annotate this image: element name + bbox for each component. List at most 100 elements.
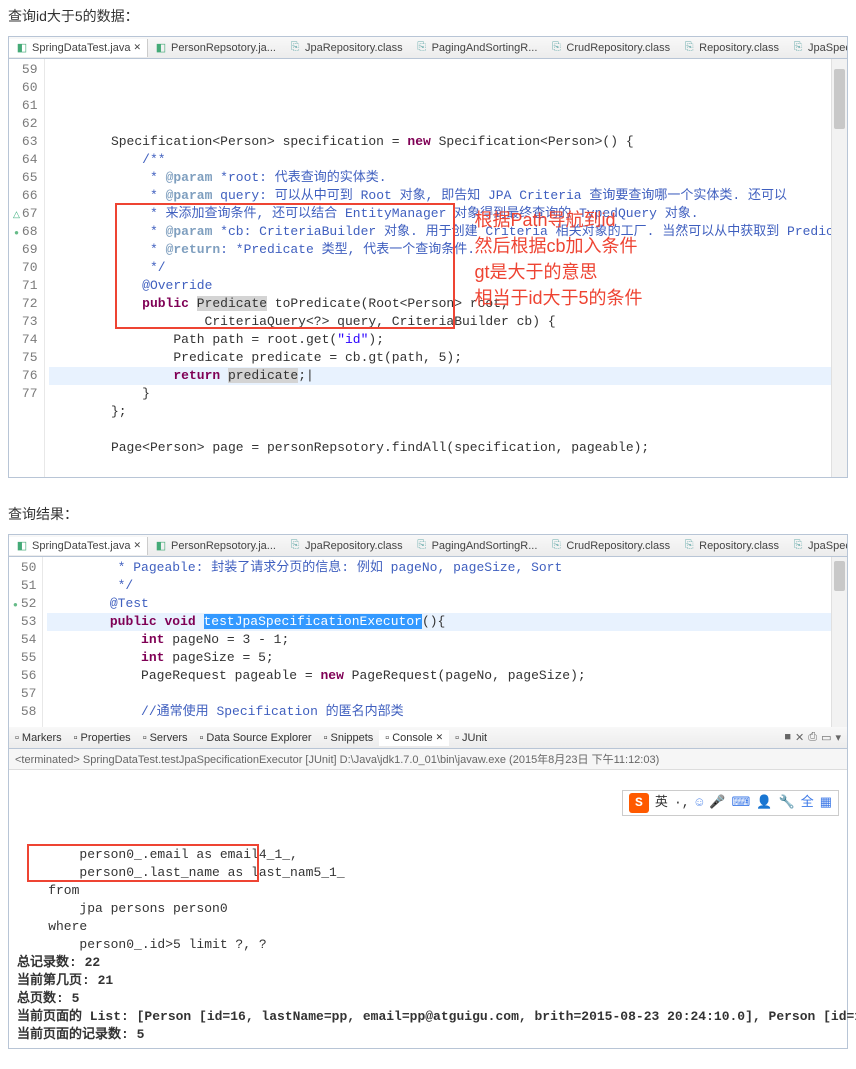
code-line[interactable]: @Override (49, 277, 847, 295)
console-line: where (17, 918, 839, 936)
close-icon[interactable]: ✕ (436, 732, 444, 743)
code-line[interactable]: @Test (47, 595, 843, 613)
view-tab[interactable]: ▫JUnit (449, 730, 493, 746)
code-line[interactable]: */ (47, 577, 843, 595)
console-tool-icon[interactable]: ▾ (835, 731, 841, 744)
code-line[interactable]: }; (49, 403, 847, 421)
line-number: 58 (13, 703, 36, 721)
editor-tab[interactable]: ⎘JpaRepository.class (282, 537, 409, 555)
gutter-2: 505152535455565758 (9, 557, 43, 727)
code-line[interactable]: Specification<Person> specification = ne… (49, 133, 847, 151)
code-line[interactable]: CriteriaQuery<?> query, CriteriaBuilder … (49, 313, 847, 331)
console-line: person0_.email as email4_1_, (17, 846, 839, 864)
editor-tab[interactable]: ⎘PagingAndSortingR... (409, 537, 544, 555)
code-line[interactable] (47, 685, 843, 703)
tab-label: JpaRepository.class (305, 42, 403, 54)
ime-tool-icon[interactable]: 🔧 (779, 794, 795, 812)
ime-grid-icon[interactable]: ▦ (820, 794, 832, 812)
code-line[interactable]: Predicate predicate = cb.gt(path, 5); (49, 349, 847, 367)
tab-label: PersonRepsotory.ja... (171, 42, 276, 54)
code-line[interactable]: * 来添加查询条件, 还可以结合 EntityManager 对象得到最终查询的… (49, 205, 847, 223)
ime-user-icon[interactable]: 👤 (756, 794, 772, 812)
code-line[interactable]: Path path = root.get("id"); (49, 331, 847, 349)
code-line[interactable]: * Pageable: 封装了请求分页的信息: 例如 pageNo, pageS… (47, 559, 843, 577)
ime-emoji-icon[interactable]: ☺ (696, 794, 704, 812)
console-tool-icon[interactable]: ▭ (821, 731, 831, 744)
class-file-icon: ⎘ (415, 539, 429, 553)
editor-tab[interactable]: ⎘Repository.class (676, 537, 785, 555)
console-tool-icon[interactable]: ■ (784, 731, 791, 744)
console-toolbar[interactable]: ■ ✕ ⎙ ▭ ▾ (778, 731, 847, 744)
java-file-icon: ◧ (15, 539, 29, 553)
code-line[interactable]: public void testJpaSpecificationExecutor… (47, 613, 843, 631)
view-tab[interactable]: ▫Properties (68, 730, 137, 746)
editor-tab[interactable]: ⎘CrudRepository.class (543, 537, 676, 555)
editor-tab[interactable]: ⎘CrudRepository.class (543, 39, 676, 57)
annotation-line: 相当于id大于5的条件 (475, 285, 643, 311)
line-number: 75 (13, 349, 38, 367)
view-tab[interactable]: ▫Servers (137, 730, 194, 746)
scrollbar-thumb-2[interactable] (834, 561, 845, 591)
code-line[interactable]: public Predicate toPredicate(Root<Person… (49, 295, 847, 313)
code-line[interactable]: * @param *cb: CriteriaBuilder 对象. 用于创建 C… (49, 223, 847, 241)
ime-toolbar[interactable]: S 英 ·, ☺ 🎤 ⌨ 👤 🔧 全 ▦ (622, 790, 839, 816)
code-line[interactable]: /** (49, 151, 847, 169)
editor-tab[interactable]: ⎘Repository.class (676, 39, 785, 57)
tab-label: CrudRepository.class (566, 42, 670, 54)
view-tab[interactable]: ▫Console ✕ (379, 730, 449, 746)
line-number: 56 (13, 667, 36, 685)
view-tab-label: Snippets (330, 732, 373, 744)
class-file-icon: ⎘ (288, 41, 302, 55)
code-line[interactable]: } (49, 385, 847, 403)
close-icon[interactable]: ✕ (133, 42, 141, 53)
class-file-icon: ⎘ (549, 539, 563, 553)
view-tab[interactable]: ▫Markers (9, 730, 68, 746)
ime-keyboard-icon[interactable]: ⌨ (732, 794, 751, 812)
console-line: 当前第几页: 21 (17, 972, 839, 990)
code-line[interactable]: * @param query: 可以从中可到 Root 对象, 即告知 JPA … (49, 187, 847, 205)
console-tool-icon[interactable]: ✕ (795, 731, 804, 744)
code-col-2[interactable]: * Pageable: 封装了请求分页的信息: 例如 pageNo, pageS… (43, 557, 847, 727)
code-col-1[interactable]: 根据Path导航到id然后根据cb加入条件gt是大于的意思相当于id大于5的条件… (45, 59, 847, 477)
editor-tab[interactable]: ⎘JpaSpecificationE... (785, 39, 847, 57)
editor-tab[interactable]: ⎘PagingAndSortingR... (409, 39, 544, 57)
editor-tab[interactable]: ⎘JpaRepository.class (282, 39, 409, 57)
line-number: 65 (13, 169, 38, 187)
class-file-icon: ⎘ (549, 41, 563, 55)
editor-tab[interactable]: ◧SpringDataTest.java ✕ (9, 537, 148, 555)
console-tool-icon[interactable]: ⎙ (808, 731, 817, 744)
editor-tab[interactable]: ◧SpringDataTest.java ✕ (9, 39, 148, 57)
code-line[interactable]: //通常使用 Specification 的匿名内部类 (47, 703, 843, 721)
line-number: 53 (13, 613, 36, 631)
editor-tab[interactable]: ◧PersonRepsotory.ja... (148, 537, 282, 555)
ime-mic-icon[interactable]: 🎤 (709, 794, 725, 812)
code-line[interactable]: * @param *root: 代表查询的实体类. (49, 169, 847, 187)
code-line[interactable]: int pageNo = 3 - 1; (47, 631, 843, 649)
scrollbar-thumb[interactable] (834, 69, 845, 129)
editor-tab[interactable]: ◧PersonRepsotory.ja... (148, 39, 282, 57)
ime-logo-icon: S (629, 793, 649, 813)
code-line[interactable]: */ (49, 259, 847, 277)
line-number: 57 (13, 685, 36, 703)
tab-label: PagingAndSortingR... (432, 540, 538, 552)
code-line[interactable]: return predicate;| (49, 367, 847, 385)
close-icon[interactable]: ✕ (133, 540, 141, 551)
code-line[interactable]: Page<Person> page = personRepsotory.find… (49, 439, 847, 457)
view-tab[interactable]: ▫Data Source Explorer (194, 730, 318, 746)
line-number: 71 (13, 277, 38, 295)
code-line[interactable]: * @return: *Predicate 类型, 代表一个查询条件. (49, 241, 847, 259)
ide-panel-2: ◧SpringDataTest.java ✕◧PersonRepsotory.j… (8, 534, 848, 1049)
code-line[interactable] (49, 421, 847, 439)
ime-full-icon[interactable]: 全 (801, 794, 814, 812)
ime-lang[interactable]: 英 (655, 794, 668, 812)
editor-tab[interactable]: ⎘JpaSpecificationE... (785, 537, 847, 555)
code-line[interactable]: int pageSize = 5; (47, 649, 843, 667)
code-line[interactable]: PageRequest pageable = new PageRequest(p… (47, 667, 843, 685)
console-output[interactable]: S 英 ·, ☺ 🎤 ⌨ 👤 🔧 全 ▦ person0_.email as e… (9, 770, 847, 1048)
code-line[interactable] (49, 457, 847, 475)
scrollbar-2[interactable] (831, 557, 847, 727)
line-number: 70 (13, 259, 38, 277)
class-file-icon: ⎘ (791, 539, 805, 553)
view-tab[interactable]: ▫Snippets (318, 730, 380, 746)
scrollbar-1[interactable] (831, 59, 847, 477)
